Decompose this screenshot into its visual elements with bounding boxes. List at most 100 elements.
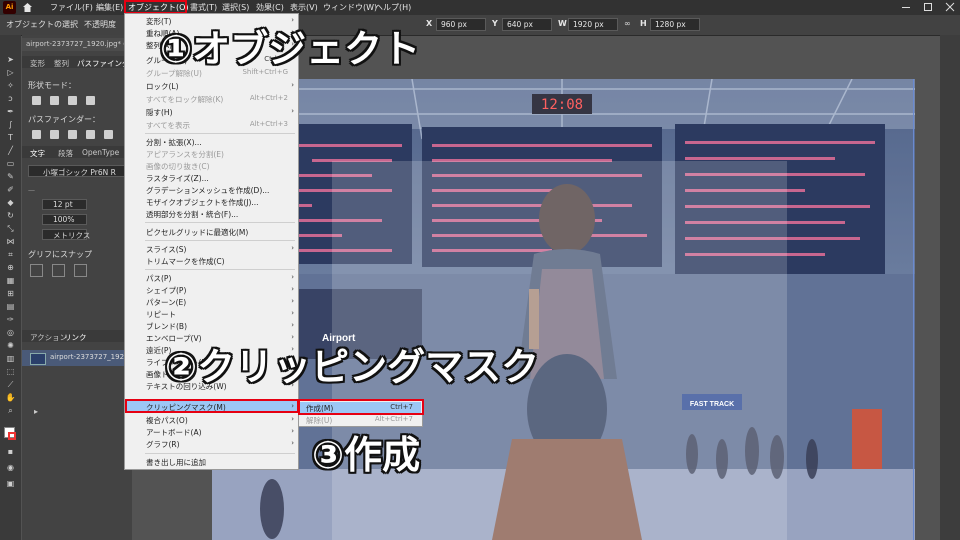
menu-item-flatten-transparency[interactable]: 透明部分を分割・統合(F)... bbox=[125, 208, 298, 220]
menu-item-gradient-mesh[interactable]: グラデーションメッシュを作成(D)... bbox=[125, 184, 298, 196]
menu-item-add-export[interactable]: 書き出し用に追加 bbox=[125, 456, 298, 468]
tab-transform[interactable]: 変形 bbox=[30, 58, 45, 69]
menu-separator bbox=[145, 222, 295, 223]
menu-item-shape[interactable]: シェイプ(P) › bbox=[125, 284, 298, 296]
blend-icon[interactable]: ◎ bbox=[5, 328, 16, 338]
tab-paragraph[interactable]: 段落 bbox=[58, 148, 73, 159]
pen-tool-icon[interactable]: ✒ bbox=[5, 107, 16, 117]
menu-file[interactable]: ファイル(F) bbox=[50, 0, 93, 15]
minimize-icon[interactable] bbox=[896, 0, 916, 15]
zoom-tool-icon[interactable]: ⌕ bbox=[5, 406, 16, 416]
menu-item-unlock-all[interactable]: すべてをロック解除(K) Alt+Ctrl+2 bbox=[125, 93, 298, 105]
magic-wand-icon[interactable]: ✧ bbox=[5, 81, 16, 91]
exclude-icon[interactable] bbox=[86, 96, 95, 105]
menu-item-rasterize[interactable]: ラスタライズ(Z)... bbox=[125, 172, 298, 184]
menu-item-pixel-perfect[interactable]: ピクセルグリッドに最適化(M) bbox=[125, 226, 298, 238]
menu-item-trim-marks[interactable]: トリムマークを作成(C) bbox=[125, 255, 298, 267]
menu-item-compound-path[interactable]: 複合パス(O) › bbox=[125, 414, 298, 426]
menu-item-expand[interactable]: 分割・拡張(X)... bbox=[125, 136, 298, 148]
snap-baseline-icon[interactable] bbox=[30, 264, 43, 277]
draw-mode-icon[interactable]: ◉ bbox=[5, 463, 16, 473]
menu-edit[interactable]: 編集(E) bbox=[96, 0, 123, 15]
curvature-icon[interactable]: ∫ bbox=[5, 120, 16, 130]
intersect-icon[interactable] bbox=[68, 96, 77, 105]
menu-item-artboards[interactable]: アートボード(A) › bbox=[125, 426, 298, 438]
font-family-field[interactable]: 小塚ゴシック Pr6N R bbox=[28, 165, 128, 177]
x-field[interactable]: 960 px bbox=[436, 18, 486, 31]
links-panel-expand-icon[interactable]: ▸ bbox=[34, 407, 38, 416]
crop-icon[interactable] bbox=[86, 130, 95, 139]
step1-annotation: ①オブジェクト bbox=[160, 27, 421, 71]
close-icon[interactable] bbox=[940, 0, 960, 15]
w-field[interactable]: 1920 px bbox=[568, 18, 618, 31]
paintbrush-icon[interactable]: ✎ bbox=[5, 172, 16, 182]
line-tool-icon[interactable]: ╱ bbox=[5, 146, 16, 156]
menu-item-slice[interactable]: スライス(S) › bbox=[125, 243, 298, 255]
x-label: X bbox=[426, 19, 433, 28]
w-label: W bbox=[558, 19, 567, 28]
shape-builder-icon[interactable]: ⊕ bbox=[5, 263, 16, 273]
menu-item-repeat[interactable]: リピート › bbox=[125, 308, 298, 320]
menu-item-crop-image[interactable]: 画像の切り抜き(C) bbox=[125, 160, 298, 172]
shaper-icon[interactable]: ✐ bbox=[5, 185, 16, 195]
link-row[interactable]: airport-2373727_1920... bbox=[22, 350, 135, 366]
font-size-field[interactable]: 12 pt bbox=[42, 199, 87, 210]
link-proportions-icon[interactable]: ∞ bbox=[624, 19, 634, 29]
slice-tool-icon[interactable]: ⟋ bbox=[5, 380, 16, 390]
menu-item-expand-appearance[interactable]: アピアランスを分割(E) bbox=[125, 148, 298, 160]
rectangle-tool-icon[interactable]: ▭ bbox=[5, 159, 16, 169]
vertical-scale-field[interactable]: 100% bbox=[42, 214, 87, 225]
selection-tool-icon[interactable]: ➤ bbox=[5, 55, 16, 65]
opacity-label[interactable]: 不透明度 bbox=[84, 19, 116, 30]
home-icon[interactable] bbox=[22, 2, 33, 13]
divide-icon[interactable] bbox=[32, 130, 41, 139]
eyedropper-icon[interactable]: ✑ bbox=[5, 315, 16, 325]
mesh-icon[interactable]: ⊞ bbox=[5, 289, 16, 299]
menu-item-path[interactable]: パス(P) › bbox=[125, 272, 298, 284]
minus-front-icon[interactable] bbox=[50, 96, 59, 105]
rotate-icon[interactable]: ↻ bbox=[5, 211, 16, 221]
y-field[interactable]: 640 px bbox=[502, 18, 552, 31]
kerning-field[interactable]: メトリクス bbox=[42, 229, 90, 240]
hand-tool-icon[interactable]: ✋ bbox=[5, 393, 16, 403]
trim-icon[interactable] bbox=[50, 130, 59, 139]
h-field[interactable]: 1280 px bbox=[650, 18, 700, 31]
symbol-sprayer-icon[interactable]: ✺ bbox=[5, 341, 16, 351]
tab-actions[interactable]: アクション bbox=[30, 332, 67, 343]
gradient-icon[interactable]: ▤ bbox=[5, 302, 16, 312]
tab-opentype[interactable]: OpenType bbox=[82, 148, 119, 157]
tab-links[interactable]: リンク bbox=[64, 332, 87, 343]
color-mode-icon[interactable]: ▪ bbox=[5, 447, 16, 457]
direct-selection-tool-icon[interactable]: ▷ bbox=[5, 68, 16, 78]
type-tool-icon[interactable]: T bbox=[5, 133, 16, 143]
free-transform-icon[interactable]: ⌗ bbox=[5, 250, 16, 260]
width-tool-icon[interactable]: ⋈ bbox=[5, 237, 16, 247]
menu-item-lock[interactable]: ロック(L) › bbox=[125, 80, 298, 92]
menu-item-blend[interactable]: ブレンド(B) › bbox=[125, 320, 298, 332]
tab-align[interactable]: 整列 bbox=[54, 58, 69, 69]
unite-icon[interactable] bbox=[32, 96, 41, 105]
lasso-icon[interactable]: ↄ bbox=[5, 94, 16, 104]
merge-icon[interactable] bbox=[68, 130, 77, 139]
maximize-icon[interactable] bbox=[918, 0, 938, 15]
menu-item-mosaic[interactable]: モザイクオブジェクトを作成(J)... bbox=[125, 196, 298, 208]
menu-item-hide[interactable]: 隠す(H) › bbox=[125, 106, 298, 118]
document-tab[interactable]: airport-2373727_1920.jpg* @ 16.6 bbox=[22, 38, 132, 51]
scale-icon[interactable]: ⤡ bbox=[5, 224, 16, 234]
font-style-field[interactable]: — bbox=[28, 186, 35, 194]
screen-mode-icon[interactable]: ▣ bbox=[5, 479, 16, 489]
menu-item-graph[interactable]: グラフ(R) › bbox=[125, 438, 298, 450]
tab-character[interactable]: 文字 bbox=[30, 148, 45, 159]
outline-icon[interactable] bbox=[104, 130, 113, 139]
menu-help[interactable]: ヘルプ(H) bbox=[375, 0, 411, 15]
menu-item-pattern[interactable]: パターン(E) › bbox=[125, 296, 298, 308]
perspective-grid-icon[interactable]: ▦ bbox=[5, 276, 16, 286]
eraser-icon[interactable]: ◆ bbox=[5, 198, 16, 208]
menu-item-show-all[interactable]: すべてを表示 Alt+Ctrl+3 bbox=[125, 119, 298, 131]
menu-window[interactable]: ウィンドウ(W) bbox=[323, 0, 377, 15]
graph-tool-icon[interactable]: ▥ bbox=[5, 354, 16, 364]
stroke-swatch-icon[interactable] bbox=[8, 432, 16, 440]
snap-glyph-bounds-icon[interactable] bbox=[74, 264, 87, 277]
artboard-tool-icon[interactable]: ⬚ bbox=[5, 367, 16, 377]
snap-xheight-icon[interactable] bbox=[52, 264, 65, 277]
